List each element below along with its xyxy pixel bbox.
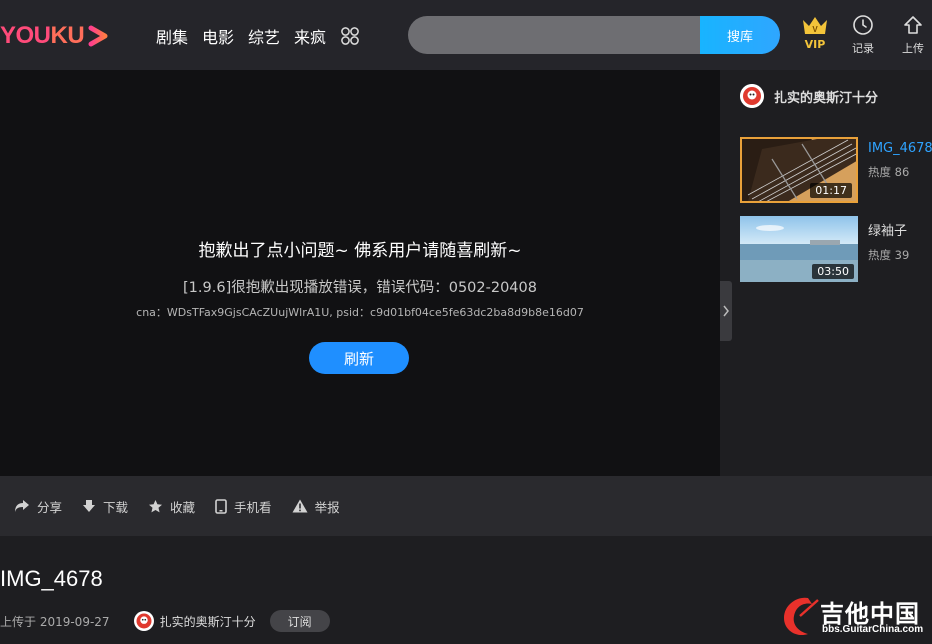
report-button[interactable]: 举报 — [292, 497, 340, 516]
recommendation-heat: 热度 39 — [868, 248, 910, 262]
chevron-right-icon — [723, 305, 729, 317]
vip-label: VIP — [804, 38, 826, 51]
avatar — [740, 84, 764, 108]
nav-item-laifeng[interactable]: 来疯 — [294, 24, 326, 48]
download-icon — [83, 500, 96, 512]
avatar-icon — [133, 611, 154, 631]
search-bar: 搜库 — [408, 16, 780, 54]
sidebar-collapse-handle[interactable] — [720, 281, 732, 341]
download-label: 下载 — [103, 499, 129, 515]
history-button[interactable]: 记录 — [852, 14, 874, 56]
main-nav: 剧集 电影 综艺 来疯 — [156, 24, 360, 48]
clock-icon — [853, 15, 873, 35]
recommendation-item[interactable]: 01:17 IMG_4678 热度 86 — [740, 137, 932, 203]
search-button[interactable]: 搜库 — [700, 16, 780, 54]
guitarchina-watermark: 吉他中国 bbs.GuitarChina.com — [778, 592, 932, 644]
nav-item-movies[interactable]: 电影 — [202, 24, 234, 48]
video-title: IMG_4678 — [0, 566, 103, 591]
video-duration: 01:17 — [810, 183, 852, 198]
more-categories-icon[interactable] — [340, 26, 360, 46]
star-icon — [149, 499, 163, 512]
youku-logo[interactable]: YOUKU — [0, 22, 108, 50]
video-action-bar: 分享 下载 收藏 手机看 举报 — [0, 476, 932, 536]
recommendation-item[interactable]: 03:50 绿袖子 热度 39 — [740, 216, 932, 282]
top-header: YOUKU 剧集 电影 综艺 来疯 搜库 V VIP 记录 上传 — [0, 0, 932, 70]
share-icon — [15, 500, 29, 512]
nav-item-variety[interactable]: 综艺 — [248, 24, 280, 48]
share-button[interactable]: 分享 — [14, 497, 62, 516]
favorite-label: 收藏 — [170, 499, 196, 515]
mobile-watch-label: 手机看 — [234, 499, 272, 515]
sidebar-owner[interactable]: 扎实的奥斯汀十分 — [740, 84, 878, 108]
upload-button[interactable]: 上传 — [902, 14, 924, 56]
recommendation-heat: 热度 86 — [868, 165, 910, 179]
vip-button[interactable]: V VIP — [800, 14, 830, 51]
error-message: [1.9.6]很抱歉出现播放错误，错误代码：0502-20408 — [183, 280, 537, 296]
video-player[interactable]: 抱歉出了点小问题~ 佛系用户请随喜刷新~ [1.9.6]很抱歉出现播放错误，错误… — [0, 70, 720, 476]
uploader-name: 扎实的奥斯汀十分 — [159, 614, 256, 629]
warning-icon — [292, 499, 308, 513]
nav-item-series[interactable]: 剧集 — [156, 24, 188, 48]
mobile-watch-button[interactable]: 手机看 — [215, 497, 272, 516]
error-title: 抱歉出了点小问题~ 佛系用户请随喜刷新~ — [198, 241, 522, 261]
video-meta: 上传于 2019-09-27 扎实的奥斯汀十分 订阅 — [0, 610, 330, 632]
page: YOUKU 剧集 电影 综艺 来疯 搜库 V VIP 记录 上传 抱歉出了点小问… — [0, 0, 932, 644]
upload-label: 上传 — [902, 42, 924, 55]
recommendation-title: IMG_4678 — [868, 141, 932, 156]
upload-date: 上传于 2019-09-27 — [0, 614, 110, 629]
avatar-icon — [740, 84, 764, 108]
download-button[interactable]: 下载 — [82, 497, 128, 516]
subscribe-button[interactable]: 订阅 — [269, 610, 330, 632]
favorite-button[interactable]: 收藏 — [148, 497, 195, 516]
share-label: 分享 — [37, 499, 63, 515]
recommendation-title: 绿袖子 — [868, 224, 908, 239]
phone-icon — [215, 498, 227, 514]
guitar-logo-icon — [784, 597, 819, 636]
svg-text:V: V — [812, 25, 818, 34]
video-thumbnail: 03:50 — [740, 216, 858, 282]
history-label: 记录 — [852, 42, 874, 55]
related-sidebar: 扎实的奥斯汀十分 01:17 IMG_4678 热度 86 03:50 绿袖子 … — [720, 70, 932, 536]
video-duration: 03:50 — [812, 264, 854, 279]
upload-icon — [904, 16, 922, 34]
vip-crown-icon: V — [803, 17, 827, 34]
sidebar-owner-name: 扎实的奥斯汀十分 — [774, 90, 879, 106]
logo-play-icon — [88, 25, 108, 47]
report-label: 举报 — [314, 499, 340, 515]
recommendation-info: 绿袖子 热度 39 — [868, 216, 932, 282]
search-input[interactable] — [408, 16, 700, 54]
recommendation-info: IMG_4678 热度 86 — [868, 137, 932, 203]
refresh-button[interactable]: 刷新 — [309, 342, 409, 374]
error-code-detail: cna：WDsTFax9GjsCAcZUujWlrA1U, psid：c9d01… — [136, 306, 584, 319]
video-thumbnail: 01:17 — [740, 137, 858, 203]
watermark-url: bbs.GuitarChina.com — [822, 624, 924, 635]
logo-text: YOUKU — [0, 22, 85, 49]
uploader-link[interactable]: 扎实的奥斯汀十分 — [133, 611, 256, 631]
